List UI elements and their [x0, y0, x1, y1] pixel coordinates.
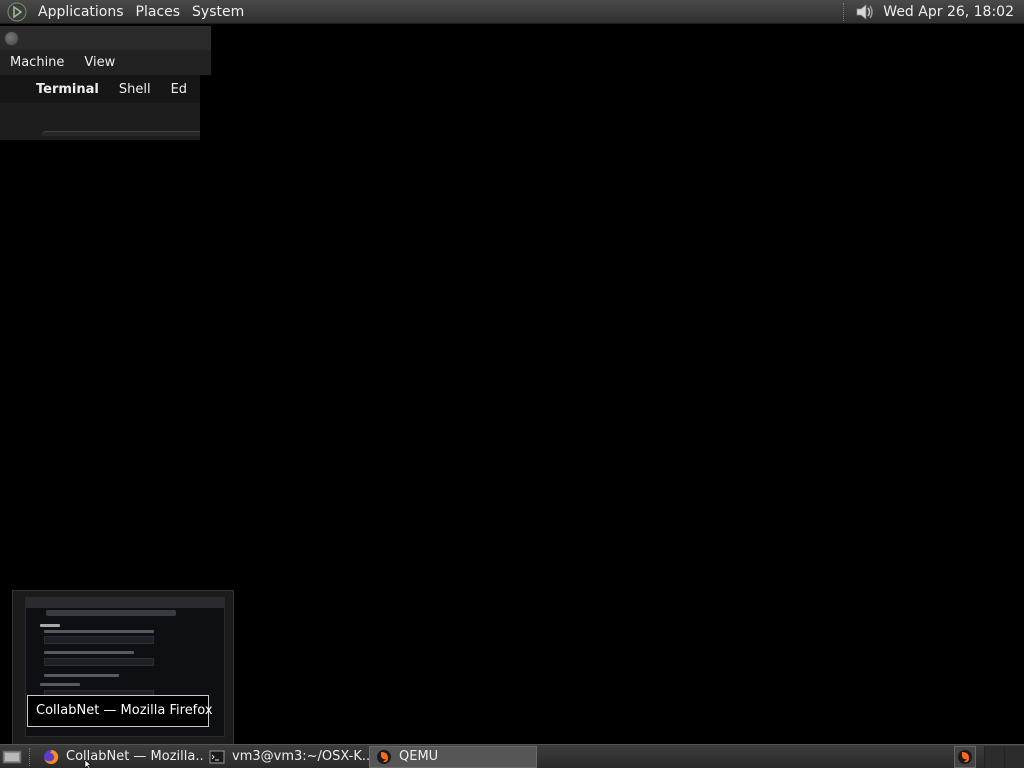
panel-separator — [843, 2, 847, 21]
applications-menu[interactable]: Applications — [32, 0, 130, 24]
thumbnail-code-block — [44, 636, 154, 644]
bottom-taskbar: CollabNet — Mozilla... vm3@vm3:~/OSX-K..… — [0, 744, 1024, 768]
qemu-window: Machine View Terminal Shell Ed — [0, 26, 211, 140]
task-label: vm3@vm3:~/OSX-K... — [232, 749, 369, 764]
terminal-app-menu[interactable]: Terminal — [36, 82, 99, 97]
thumbnail-text-line — [44, 651, 134, 654]
qemu-titlebar[interactable] — [0, 26, 211, 50]
window-close-icon[interactable] — [4, 30, 19, 46]
gnome-foot-icon[interactable] — [6, 1, 28, 23]
macos-menubar: Terminal Shell Ed — [0, 75, 200, 103]
clock[interactable]: Wed Apr 26, 18:02 — [883, 4, 1024, 20]
shell-menu[interactable]: Shell — [119, 82, 151, 97]
thumbnail-text-line — [40, 683, 80, 686]
thumbnail-code-block — [44, 658, 154, 666]
show-desktop-icon[interactable] — [1, 746, 23, 768]
qemu-guest-screen[interactable]: Terminal Shell Ed — [0, 75, 200, 140]
thumbnail-text-line — [44, 630, 154, 633]
mouse-pointer-icon — [84, 760, 92, 768]
qemu-menubar: Machine View — [0, 50, 211, 75]
qemu-tray-icon[interactable] — [954, 745, 976, 768]
guest-terminal-window-edge — [0, 103, 200, 140]
task-button-terminal[interactable]: vm3@vm3:~/OSX-K... — [203, 746, 369, 768]
volume-icon[interactable] — [853, 1, 875, 23]
window-preview-popup[interactable]: CollabNet — Mozilla Firefox — [12, 590, 234, 745]
task-button-qemu[interactable]: QEMU — [369, 745, 537, 768]
thumbnail-text-line — [40, 624, 60, 627]
terminal-icon — [209, 750, 225, 763]
firefox-icon — [44, 749, 59, 764]
machine-menu[interactable]: Machine — [0, 55, 74, 70]
task-button-firefox[interactable]: CollabNet — Mozilla... — [37, 746, 203, 768]
taskbar-tray — [954, 745, 1024, 768]
taskbar-separator — [29, 747, 35, 766]
thumbnail-tab-bar — [26, 598, 224, 608]
workspace-switcher-2[interactable] — [1004, 745, 1024, 768]
view-menu[interactable]: View — [74, 55, 125, 70]
places-menu[interactable]: Places — [130, 0, 187, 24]
window-title-tooltip: CollabNet — Mozilla Firefox — [27, 695, 213, 727]
edit-menu[interactable]: Ed — [171, 82, 187, 97]
system-menu[interactable]: System — [186, 0, 250, 24]
panel-status-area: Wed Apr 26, 18:02 — [843, 0, 1024, 24]
task-label: QEMU — [399, 749, 439, 764]
qemu-icon — [377, 749, 391, 764]
workspace-switcher-1[interactable] — [984, 745, 1004, 768]
thumbnail-url-bar — [46, 610, 176, 616]
thumbnail-text-line — [44, 674, 119, 677]
top-panel: Applications Places System Wed Apr 26, 1… — [0, 0, 1024, 24]
